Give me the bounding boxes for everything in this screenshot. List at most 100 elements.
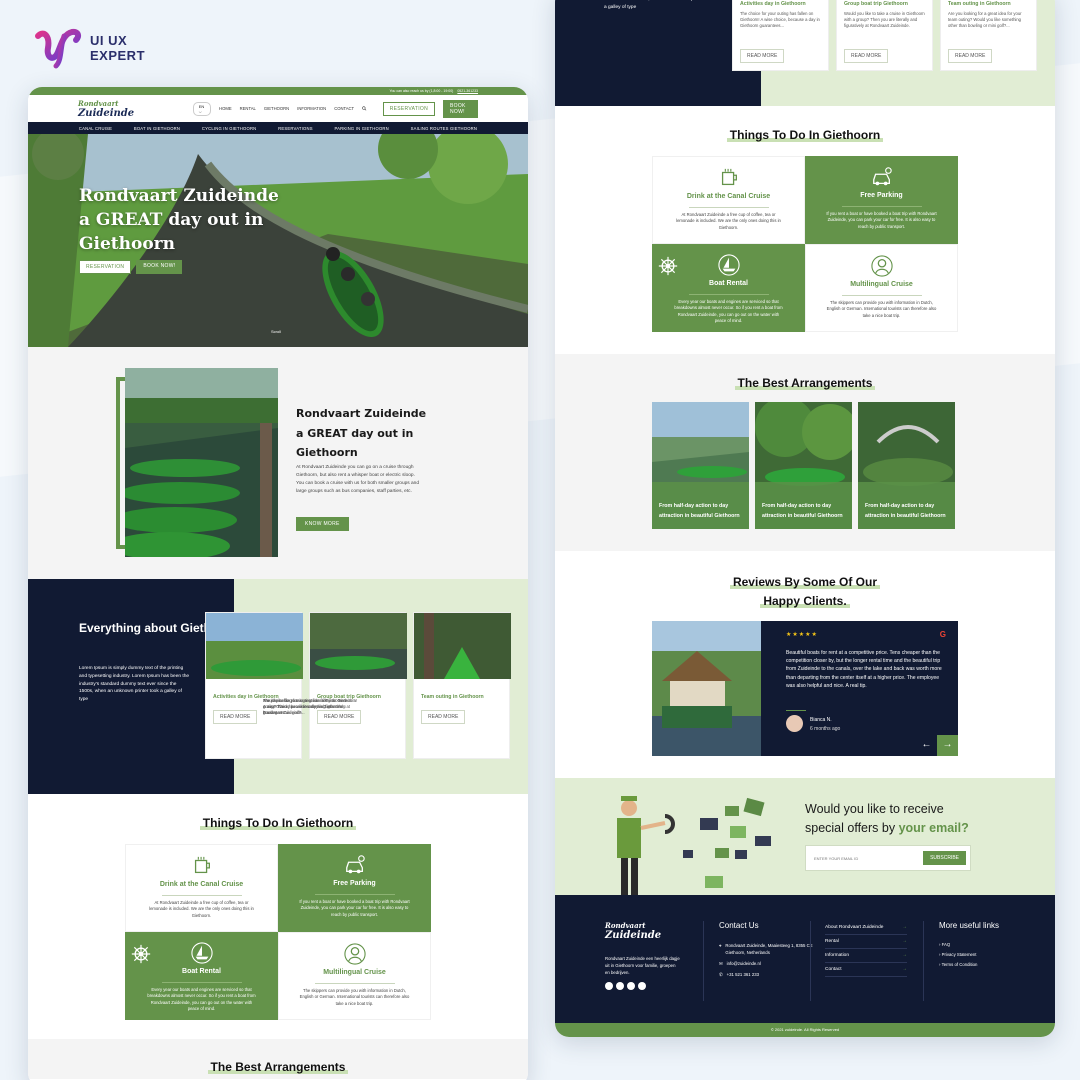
- twitter-icon[interactable]: [616, 982, 624, 990]
- footer-link-label: Rental: [825, 939, 839, 944]
- know-more-button[interactable]: KNOW MORE: [296, 517, 349, 531]
- nav-information[interactable]: INFORMATION: [297, 106, 326, 111]
- footer-link-label: About Rondvaart Zuideinde: [825, 925, 884, 930]
- subscribe-button[interactable]: SUBSCRIBE: [923, 851, 966, 865]
- hero-book-button[interactable]: BOOK NOW!: [136, 260, 183, 274]
- activity-card[interactable]: Activities day in Giethoorn The choice f…: [205, 612, 357, 759]
- thing-title: Boat Rental: [182, 968, 221, 975]
- topbar-phone[interactable]: 0521-361233: [457, 89, 478, 93]
- subnav-reservations[interactable]: RESERVATIONS: [278, 126, 313, 131]
- right-page-preview: Ipsum has been the industry's standard d…: [555, 0, 1055, 1037]
- nav-rental[interactable]: RENTAL: [240, 106, 256, 111]
- brand-mark-icon: [35, 28, 82, 69]
- avatar: [786, 715, 803, 732]
- thing-multilingual: Multilingual Cruise The skippers can pro…: [805, 244, 958, 332]
- language-select[interactable]: EN ⌵: [192, 101, 212, 116]
- logo-left: Rondvaart: [78, 98, 119, 108]
- phone-icon: ✆: [719, 972, 723, 977]
- footer-terms[interactable]: › Terms of Condition: [939, 962, 999, 967]
- site-logo[interactable]: Rondvaart Zuideinde: [78, 99, 143, 119]
- nav-contact[interactable]: CONTACT: [334, 106, 354, 111]
- footer-link-information[interactable]: Information →: [825, 949, 907, 963]
- read-more-button[interactable]: READ MORE: [421, 710, 466, 724]
- group-trip-card[interactable]: Group boat trip Giethoorn Would you like…: [836, 0, 933, 71]
- email-input[interactable]: ENTER YOUR EMAIL ID: [814, 856, 858, 861]
- footer-privacy[interactable]: › Privacy Statement: [939, 952, 999, 957]
- card-title: Team outing in Giethoorn: [421, 694, 484, 700]
- thing-text: At Rondvaart Zuideinde a free cup of cof…: [149, 900, 254, 918]
- footer-address: Rondvaart Zuideinde, Maaiesteeg 1, 8355 …: [725, 943, 813, 955]
- brand-line1: UI UX: [90, 33, 128, 48]
- arrangement-card[interactable]: From half-day action to day attraction i…: [858, 402, 955, 529]
- footer-link-rental[interactable]: Rental →: [825, 935, 907, 949]
- topbar-text: You can also reach us by (1,8:00 - 19:00…: [389, 89, 454, 93]
- search-icon[interactable]: [362, 105, 367, 112]
- intro-section: Rondvaart Zuideinde a GREAT day out in G…: [28, 347, 528, 579]
- read-more-button[interactable]: READ MORE: [740, 49, 785, 63]
- cup-icon: [721, 168, 737, 186]
- things-title: Things To Do In Giethoorn: [200, 816, 356, 830]
- reservation-button[interactable]: RESERVATION: [382, 101, 435, 116]
- more-links-title: More useful links: [939, 921, 1000, 930]
- ship-wheel-icon: [131, 944, 151, 964]
- facebook-icon[interactable]: [605, 982, 613, 990]
- footer-phone[interactable]: +31 521 361 233: [727, 971, 759, 978]
- instagram-icon[interactable]: [627, 982, 635, 990]
- card-text: Would you like to take a cruise in Gieth…: [844, 11, 925, 29]
- cup-icon: [194, 856, 210, 874]
- thing-parking: Free Parking If you rent a boat or have …: [278, 844, 431, 932]
- scroll-indicator[interactable]: Scroll: [271, 329, 281, 334]
- reviewer-name: Bianca N.: [810, 717, 832, 723]
- rating-stars: ★★★★★: [786, 632, 818, 638]
- next-review-button[interactable]: →: [937, 735, 958, 756]
- newsletter-line1: Would you like to receive: [805, 802, 944, 816]
- location-icon: ⌖: [719, 943, 722, 948]
- intro-text: At Rondvaart Zuideinde you can go on a c…: [296, 465, 420, 494]
- top-info-bar: You can also reach us by (1,8:00 - 19:00…: [28, 87, 528, 95]
- group-trip-card[interactable]: Group boat trip Giethoorn Would you like…: [263, 612, 407, 759]
- arrangement-text: From half-day action to day attraction i…: [659, 503, 740, 519]
- activity-card[interactable]: Activities day in Giethoorn The choice f…: [732, 0, 829, 71]
- footer-faq[interactable]: › FAQ: [939, 942, 999, 947]
- book-now-button[interactable]: BOOK NOW!: [443, 99, 478, 118]
- car-icon: [345, 855, 365, 874]
- card-text: Are you looking for a great idea for you…: [263, 698, 348, 716]
- youtube-icon[interactable]: [638, 982, 646, 990]
- subnav-boat[interactable]: BOAT IN GIETHOORN: [134, 126, 180, 131]
- thing-title: Multilingual Cruise: [850, 281, 913, 288]
- nav-home[interactable]: HOME: [219, 106, 232, 111]
- nav-giethoorn[interactable]: GIETHOORN: [264, 106, 289, 111]
- team-outing-card[interactable]: Team outing in Giethoorn Are you looking…: [263, 612, 511, 759]
- subnav-parking[interactable]: PARKING IN GIETHOORN: [334, 126, 388, 131]
- arrangement-card[interactable]: From half-day action to day attraction i…: [652, 402, 749, 529]
- footer-logo[interactable]: Rondvaart Zuideinde: [605, 921, 680, 941]
- footer-link-about[interactable]: About Rondvaart Zuideinde →: [825, 921, 907, 935]
- subnav-canal-cruise[interactable]: CANAL CRUISE: [79, 126, 112, 131]
- subnav-cycling[interactable]: CYCLING IN GIETHOORN: [202, 126, 257, 131]
- ship-wheel-icon: [658, 256, 678, 276]
- card-title: Group boat trip Giethoorn: [844, 1, 908, 7]
- sub-navbar: CANAL CRUISE BOAT IN GIETHOORN CYCLING I…: [28, 122, 528, 134]
- card-image: [206, 613, 303, 679]
- review-text: Beautiful boats for rent at a competitiv…: [786, 650, 942, 689]
- newsletter-form: ENTER YOUR EMAIL ID SUBSCRIBE: [805, 845, 971, 871]
- subnav-sailing[interactable]: SAILING ROUTES GIETHOORN: [411, 126, 477, 131]
- prev-review-button[interactable]: ←: [916, 735, 937, 756]
- arrangement-card[interactable]: From half-day action to day attraction i…: [755, 402, 852, 529]
- footer-link-contact[interactable]: Contact →: [825, 963, 907, 977]
- read-more-button[interactable]: READ MORE: [213, 710, 258, 724]
- hero-reservation-button[interactable]: RESERVATION: [79, 260, 132, 274]
- arrow-right-icon: →: [902, 925, 907, 930]
- team-outing-card[interactable]: Team outing in Giethoorn Are you looking…: [940, 0, 1037, 71]
- read-more-button[interactable]: READ MORE: [844, 49, 889, 63]
- footer-email[interactable]: info@zuideinde.nl: [727, 960, 761, 967]
- thing-text: If you rent a boat or have booked a boat…: [826, 211, 937, 229]
- read-more-button[interactable]: READ MORE: [948, 49, 993, 63]
- arrangements-header: The Best Arrangements: [28, 1039, 528, 1079]
- about-text-partial: Ipsum has been the industry's standard d…: [604, 0, 715, 10]
- left-page-preview: You can also reach us by (1,8:00 - 19:00…: [28, 87, 528, 1080]
- thing-text: Every year our boats and engines are ser…: [674, 299, 783, 323]
- thing-text: The skippers can provide you with inform…: [299, 988, 410, 1006]
- review-card: ★★★★★ G Beautiful boats for rent at a co…: [652, 621, 958, 756]
- intro-title: Rondvaart Zuideinde a GREAT day out in G…: [296, 407, 427, 459]
